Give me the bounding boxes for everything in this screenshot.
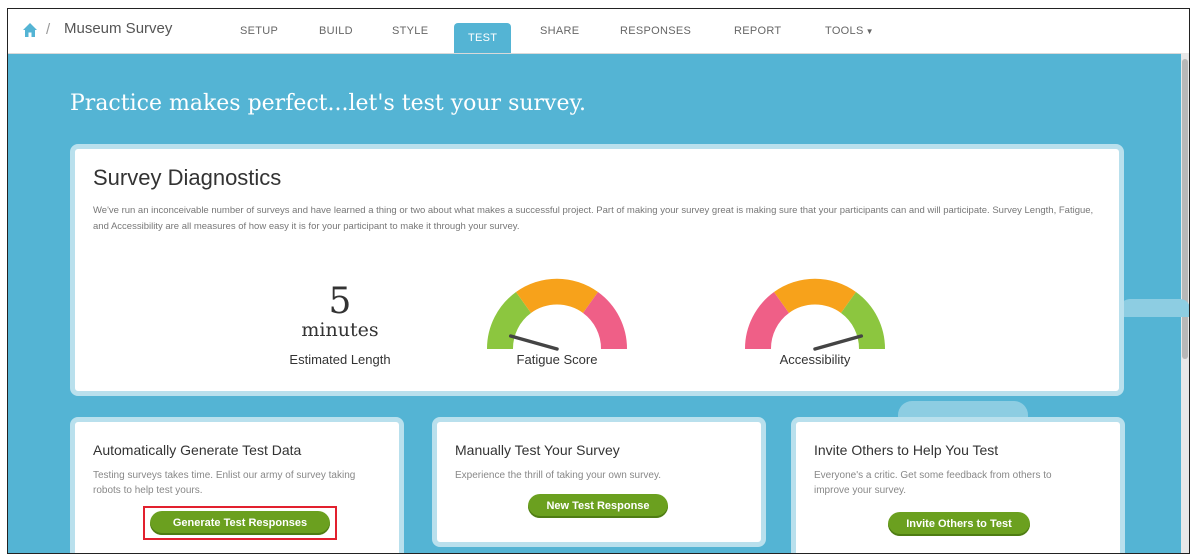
invite-others-card: Invite Others to Help You Test Everyone'… <box>791 417 1125 553</box>
invite-others-button[interactable]: Invite Others to Test <box>888 512 1030 536</box>
diagnostics-title: Survey Diagnostics <box>93 165 282 190</box>
auto-generate-card: Automatically Generate Test Data Testing… <box>70 417 404 553</box>
fatigue-gauge-needle <box>508 334 559 351</box>
fatigue-score-label: Fatigue Score <box>516 352 598 367</box>
accessibility-gauge-needle <box>813 334 864 351</box>
manual-test-card: Manually Test Your Survey Experience the… <box>432 417 766 547</box>
accessibility-label: Accessibility <box>779 352 851 367</box>
tab-test[interactable]: TEST <box>454 23 512 53</box>
new-test-response-button[interactable]: New Test Response <box>528 494 668 518</box>
manual-test-description: Experience the thrill of taking your own… <box>455 470 662 481</box>
tab-style[interactable]: STYLE <box>392 25 428 37</box>
accessibility-gauge-orange-segment <box>774 278 856 313</box>
diagnostics-description: We've run an inconceivable number of sur… <box>93 205 1094 232</box>
auto-generate-title: Automatically Generate Test Data <box>93 442 302 458</box>
tab-tools[interactable]: TOOLS ▼ <box>825 25 874 37</box>
invite-others-description: Everyone's a critic. Get some feedback f… <box>814 470 1052 496</box>
top-nav-bar: / Museum Survey SETUP BUILD STYLE TEST S… <box>8 9 1189 54</box>
highlight-box <box>143 506 337 540</box>
fatigue-gauge-orange-segment <box>516 278 598 313</box>
cloud-decoration <box>1120 299 1189 317</box>
invite-others-title: Invite Others to Help You Test <box>814 442 999 458</box>
home-icon[interactable] <box>22 22 38 38</box>
tab-build[interactable]: BUILD <box>319 25 353 37</box>
breadcrumb-separator: / <box>46 21 51 38</box>
estimated-length-unit: minutes <box>301 319 379 341</box>
page-headline: Practice makes perfect...let's test your… <box>70 91 586 116</box>
manual-test-title: Manually Test Your Survey <box>455 442 620 458</box>
tab-setup[interactable]: SETUP <box>240 25 278 37</box>
accessibility-gauge <box>744 278 886 351</box>
estimated-length-label: Estimated Length <box>289 352 391 367</box>
tab-test-label: TEST <box>468 32 498 44</box>
estimated-length-value: 5 <box>328 281 352 322</box>
tab-responses[interactable]: RESPONSES <box>620 25 691 37</box>
tab-tools-label: TOOLS <box>825 25 864 37</box>
auto-generate-description: Testing surveys takes time. Enlist our a… <box>93 470 356 496</box>
fatigue-gauge <box>486 278 628 351</box>
caret-down-icon: ▼ <box>865 27 874 36</box>
tab-report[interactable]: REPORT <box>734 25 781 37</box>
survey-diagnostics-card: Survey Diagnostics We've run an inconcei… <box>70 144 1124 396</box>
survey-name-breadcrumb[interactable]: Museum Survey <box>64 20 172 37</box>
app-frame: / Museum Survey SETUP BUILD STYLE TEST S… <box>7 8 1190 554</box>
tab-share[interactable]: SHARE <box>540 25 579 37</box>
